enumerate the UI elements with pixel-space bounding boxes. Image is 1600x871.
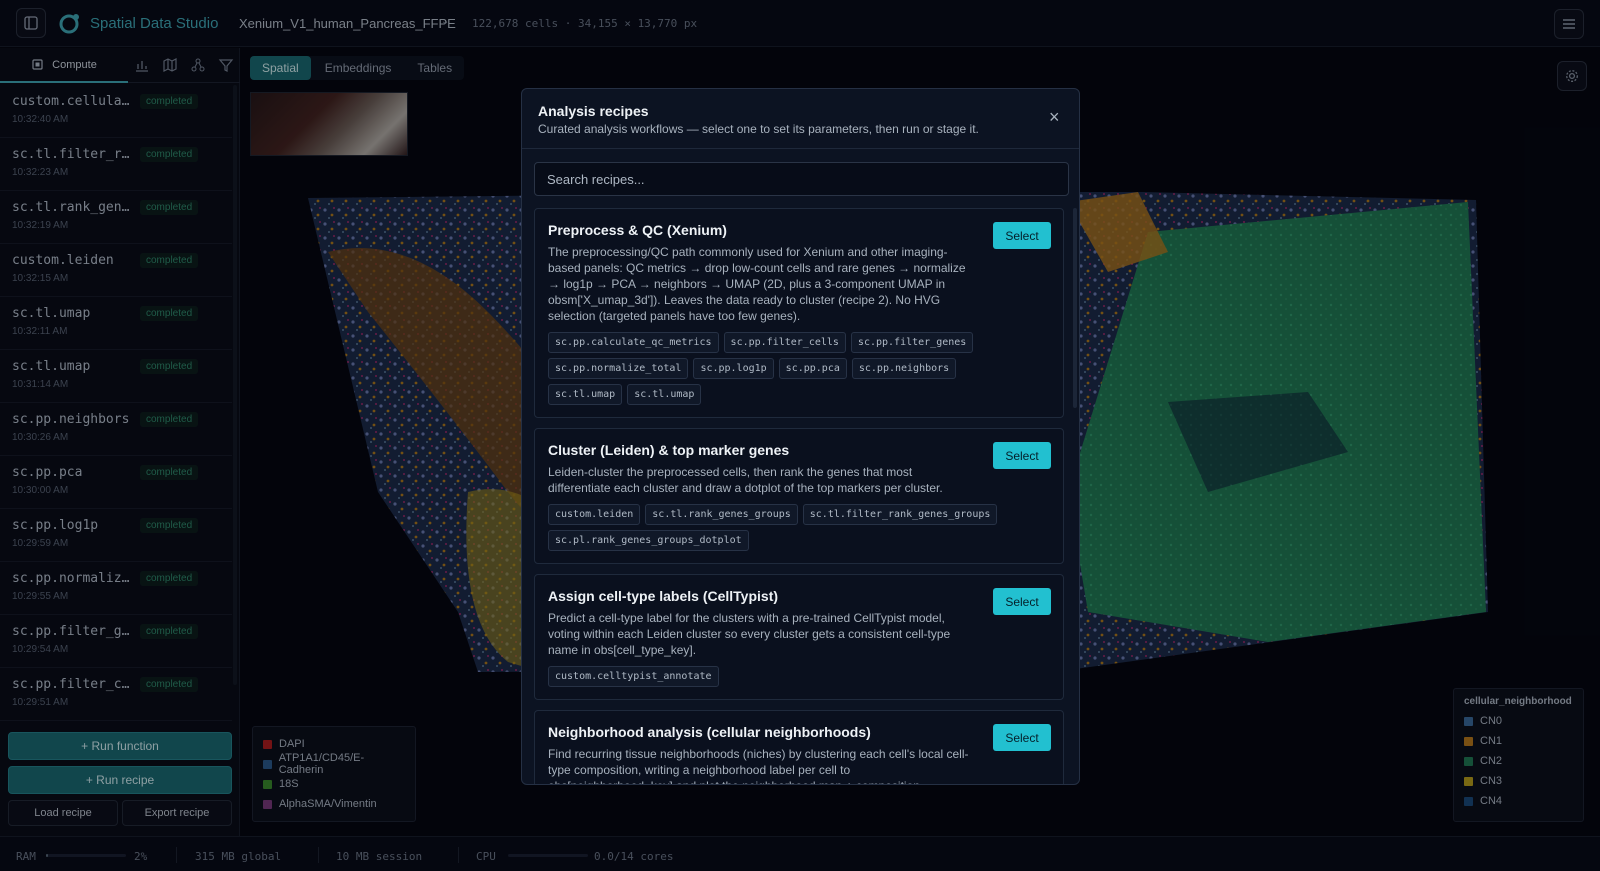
modal-subtitle: Curated analysis workflows — select one … bbox=[538, 122, 979, 136]
select-recipe-button[interactable]: Select bbox=[993, 724, 1051, 751]
recipe-step-chip: sc.pp.neighbors bbox=[851, 358, 957, 379]
recipe-title: Neighborhood analysis (cellular neighbor… bbox=[548, 724, 871, 740]
recipe-step-chip: sc.tl.filter_rank_genes_groups bbox=[802, 504, 998, 525]
recipe-list: Preprocess & QC (Xenium) The preprocessin… bbox=[534, 208, 1064, 784]
recipes-modal: Analysis recipes Curated analysis workfl… bbox=[521, 88, 1080, 785]
recipe-step-chip: sc.pp.log1p bbox=[693, 358, 774, 379]
recipe-step-chip: sc.pp.filter_genes bbox=[850, 332, 974, 353]
recipe-card: Cluster (Leiden) & top marker genes Leide… bbox=[534, 428, 1064, 564]
recipe-step-chip: sc.pp.calculate_qc_metrics bbox=[548, 332, 719, 353]
recipe-description: The preprocessing/QC path commonly used … bbox=[548, 245, 966, 323]
recipe-step-chip: sc.tl.umap bbox=[627, 384, 702, 405]
recipe-step-chip: sc.pp.filter_cells bbox=[723, 332, 846, 353]
recipe-title: Preprocess & QC (Xenium) bbox=[548, 222, 727, 238]
recipe-step-chip: custom.celltypist_annotate bbox=[548, 666, 719, 687]
recipe-step-chip: sc.pp.normalize_total bbox=[548, 358, 689, 379]
recipe-card: Preprocess & QC (Xenium) The preprocessin… bbox=[534, 208, 1064, 418]
recipe-title: Cluster (Leiden) & top marker genes bbox=[548, 442, 790, 458]
search-input[interactable] bbox=[534, 162, 1069, 196]
modal-scrollbar[interactable] bbox=[1073, 208, 1077, 408]
select-recipe-button[interactable]: Select bbox=[993, 222, 1051, 249]
recipe-description: Find recurring tissue neighborhoods (nic… bbox=[548, 747, 969, 784]
recipe-step-chip: custom.leiden bbox=[548, 504, 641, 525]
recipe-description: Leiden-cluster the preprocessed cells, t… bbox=[548, 465, 943, 495]
close-icon[interactable]: × bbox=[1049, 108, 1060, 126]
recipe-steps: custom.celltypist_annotate bbox=[548, 666, 1018, 687]
recipe-card: Neighborhood analysis (cellular neighbor… bbox=[534, 710, 1064, 784]
modal-title: Analysis recipes bbox=[538, 103, 649, 119]
recipe-step-chip: sc.tl.rank_genes_groups bbox=[645, 504, 798, 525]
recipe-steps: sc.pp.calculate_qc_metrics sc.pp.filter_c… bbox=[548, 332, 1018, 405]
modal-header: Analysis recipes Curated analysis workfl… bbox=[522, 89, 1079, 149]
recipe-title: Assign cell-type labels (CellTypist) bbox=[548, 588, 779, 604]
recipe-steps: custom.leiden sc.tl.rank_genes_groups sc.t… bbox=[548, 504, 1018, 551]
recipe-card: Assign cell-type labels (CellTypist) Pred… bbox=[534, 574, 1064, 700]
recipe-step-chip: sc.tl.umap bbox=[548, 384, 623, 405]
recipe-step-chip: sc.pl.rank_genes_groups_dotplot bbox=[548, 530, 749, 551]
select-recipe-button[interactable]: Select bbox=[993, 588, 1051, 615]
recipe-description: Predict a cell-type label for the cluste… bbox=[548, 611, 951, 657]
recipe-step-chip: sc.pp.pca bbox=[778, 358, 847, 379]
select-recipe-button[interactable]: Select bbox=[993, 442, 1051, 469]
